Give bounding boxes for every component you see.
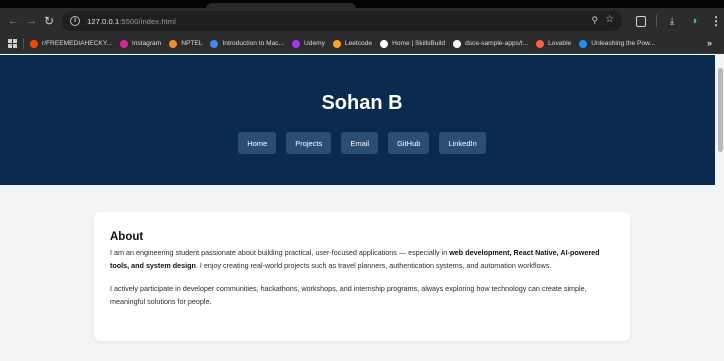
site-nav: Home Projects Email GitHub LinkedIn (0, 132, 724, 154)
udemy-icon (292, 39, 301, 48)
bookmarks-divider (23, 38, 24, 49)
bookmark-lovable[interactable]: Lovable (536, 39, 571, 48)
about-paragraph-2: I actively participate in developer comm… (110, 284, 587, 306)
nav-link-projects[interactable]: Projects (286, 132, 332, 154)
apps-grid-icon[interactable] (8, 39, 17, 48)
nav-link-home[interactable]: Home (238, 132, 277, 154)
address-bar[interactable]: i 127.0.0.1:5500/index.html ⚲ ☆ (62, 11, 623, 31)
browser-toolbar: ← → ↻ i 127.0.0.1:5500/index.html ⚲ ☆ ⤓ … (0, 8, 724, 34)
skillsbuild-icon (380, 39, 389, 48)
bookmark-nptel[interactable]: NPTEL (169, 39, 202, 48)
download-icon[interactable]: ⤓ (665, 13, 679, 29)
bookmark-leetcode[interactable]: Leetcode (332, 39, 372, 48)
zoom-icon[interactable]: ⚲ (591, 15, 598, 26)
browser-tab-strip (0, 0, 724, 9)
bookmark-intro-ml[interactable]: Introduction to Mac... (210, 39, 284, 48)
page-scrollbar-thumb[interactable] (718, 68, 723, 152)
leetcode-icon (332, 39, 341, 48)
bookmark-github-sample-apps[interactable]: dsce-sample-apps/t... (453, 39, 528, 48)
extensions-icon[interactable] (634, 13, 648, 29)
back-arrow-icon[interactable]: ← (8, 13, 19, 29)
url-text[interactable]: 127.0.0.1:5500/index.html (87, 17, 176, 26)
nav-link-linkedin[interactable]: LinkedIn (439, 132, 486, 154)
course-icon (210, 39, 219, 48)
bookmark-unleashing[interactable]: Unleashing the Pow... (579, 39, 655, 48)
about-heading: About (110, 231, 144, 243)
nav-link-github[interactable]: GitHub (388, 132, 430, 154)
github-icon (453, 39, 462, 48)
profile-avatar-icon[interactable]: ◑ (687, 13, 701, 29)
site-header: Sohan B Home Projects Email GitHub Linke… (0, 55, 724, 185)
site-info-icon[interactable]: i (70, 16, 81, 26)
bookmarks-overflow-icon[interactable]: » (707, 38, 712, 48)
bookmark-udemy[interactable]: Udemy (292, 39, 325, 48)
instagram-icon (119, 39, 128, 48)
article-icon (579, 39, 588, 48)
lovable-icon (536, 39, 545, 48)
reddit-icon (30, 39, 38, 48)
bookmarks-bar: r/FREEMEDIAHECKY... Instagram NPTEL Intr… (0, 34, 724, 54)
site-title: Sohan B (321, 92, 403, 114)
bookmark-star-icon[interactable]: ☆ (605, 14, 614, 25)
bookmark-reddit[interactable]: r/FREEMEDIAHECKY... (30, 39, 112, 48)
bookmark-skillsbuild[interactable]: Home | SkillsBuild (380, 39, 445, 48)
nav-link-email[interactable]: Email (341, 132, 379, 154)
reload-icon[interactable]: ↻ (44, 13, 54, 29)
forward-arrow-icon[interactable]: → (26, 13, 37, 29)
nptel-icon (169, 39, 178, 48)
toolbar-divider (656, 15, 658, 27)
menu-dots-icon[interactable]: ⋮ (709, 13, 723, 29)
about-card: About I am an engineering student passio… (94, 212, 630, 341)
about-paragraph-1: I am an engineering student passionate a… (110, 248, 600, 270)
bookmark-instagram[interactable]: Instagram (119, 39, 161, 48)
